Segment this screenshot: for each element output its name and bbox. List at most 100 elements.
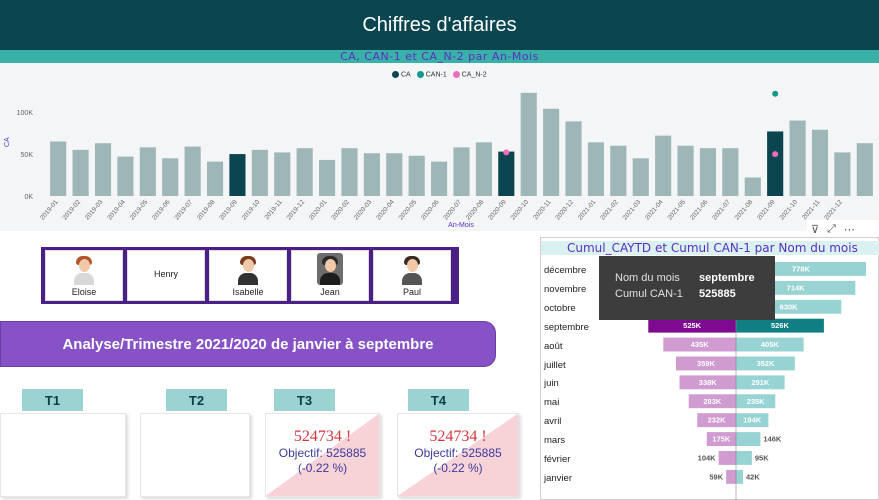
cumul-ytd-bar[interactable] [726,469,736,484]
x-tick-label: 2021-04 [644,198,665,221]
focus-mode-icon[interactable]: ⤢ [827,223,836,236]
x-tick-label: 2019-01 [39,198,60,221]
x-tick-label: 2019-10 [241,198,262,221]
month-label[interactable]: octobre [544,303,576,314]
person-name: Paul [402,287,421,297]
x-tick-label: 2020-06 [420,198,441,221]
x-tick-label: 2021-08 [734,198,755,221]
ca-bar[interactable] [498,151,515,196]
tab-t4[interactable]: T4 [408,389,469,411]
person-card-henry[interactable]: Henry [127,250,205,301]
person-card-paul[interactable]: Paul [373,250,451,301]
ca-bar[interactable] [677,145,694,196]
ca-bar[interactable] [789,120,806,196]
month-label[interactable]: février [544,454,570,465]
month-label[interactable]: novembre [544,284,586,295]
ca-bar[interactable] [699,148,717,196]
y-tick-label: 50K [21,152,34,159]
x-tick-label: 2019-11 [263,198,284,221]
ca-bar[interactable] [184,146,201,196]
can2-marker[interactable] [503,149,510,156]
ca-bar[interactable] [386,153,403,196]
cumul-can1-label: 194K [743,416,762,425]
ca-bar[interactable] [610,145,627,196]
x-tick-label: 2021-09 [756,198,777,221]
x-tick-label: 2020-08 [465,198,486,221]
isabelle-avatar-icon [235,253,261,285]
person-card-isabelle[interactable]: Isabelle [209,250,287,301]
cumul-ytd-label: 59K [709,472,723,481]
x-tick-label: 2021-11 [801,198,822,221]
cumul-can1-bar[interactable] [736,451,752,465]
quarter-card-t3: 524734 ! Objectif: 525885 (-0.22 %) [265,413,380,497]
ca-bar[interactable] [856,143,873,196]
month-label[interactable]: juillet [544,360,566,371]
cumul-ytd-label: 104K [698,453,717,462]
ca-bar[interactable] [363,153,380,196]
cumul-can1-label: 291K [751,378,770,387]
ca-bar[interactable] [587,142,604,196]
month-label[interactable]: mars [544,435,565,446]
ca-bar[interactable] [475,142,492,196]
ca-bar[interactable] [543,108,560,196]
cumul-can1-label: 42K [746,472,760,481]
ca-bar[interactable] [72,149,89,196]
person-card-jean[interactable]: Jean [291,250,369,301]
cumul-can1-bar[interactable] [736,432,761,446]
ca-bar[interactable] [94,143,112,196]
tab-t1[interactable]: T1 [22,389,83,411]
paul-avatar-icon [399,253,425,285]
can1-marker[interactable] [772,90,779,97]
month-label[interactable]: avril [544,416,561,427]
month-label[interactable]: juin [544,378,559,389]
month-label[interactable]: septembre [544,322,589,333]
ca-bar[interactable] [319,159,336,196]
filter-icon[interactable]: ⊽ [811,223,819,236]
ca-bar[interactable] [162,158,179,196]
tooltip-key: Nom du mois [615,272,680,284]
ca-bar[interactable] [341,148,358,196]
ca-bar[interactable] [251,149,268,196]
can2-marker[interactable] [772,151,779,158]
ca-bar[interactable] [722,148,739,196]
ca-bar[interactable] [520,92,537,196]
month-label[interactable]: janvier [544,473,572,484]
x-axis-label: An-Mois [448,222,474,229]
eloise-avatar-icon [71,253,97,285]
ca-bar[interactable] [274,152,291,196]
ca-bar[interactable] [206,161,224,196]
ca-bar[interactable] [229,154,246,196]
more-options-icon[interactable]: ⋯ [844,223,855,236]
ca-bar[interactable] [117,156,134,196]
ca-bar[interactable] [431,161,448,196]
person-card-eloise[interactable]: Eloise [45,250,123,301]
ca-bar[interactable] [565,121,582,196]
cumul-can1-label: 405K [761,340,780,349]
month-label[interactable]: août [544,341,563,352]
x-tick-label: 2019-08 [196,198,217,221]
cumul-ytd-bar[interactable] [718,451,736,465]
x-tick-label: 2019-02 [61,198,82,221]
ca-bar[interactable] [296,148,313,196]
ca-bar[interactable] [744,177,761,196]
tab-t3[interactable]: T3 [274,389,335,411]
ca-bar[interactable] [811,129,829,196]
analysis-banner: Analyse/Trimestre 2021/2020 de janvier à… [0,321,496,367]
x-tick-label: 2021-07 [711,198,732,221]
ca-bar[interactable] [767,131,784,196]
month-label[interactable]: décembre [544,265,586,276]
ca-bar[interactable] [655,135,672,196]
ca-bar[interactable] [408,155,425,196]
cumul-can1-bar[interactable] [736,469,744,484]
quarter-pct: (-0.22 %) [433,461,483,475]
month-label[interactable]: mai [544,397,559,408]
ca-bar[interactable] [632,158,649,196]
x-tick-label: 2020-07 [442,198,463,221]
ca-bar[interactable] [139,147,156,196]
ca-bar[interactable] [834,152,851,196]
tab-t2[interactable]: T2 [166,389,227,411]
x-tick-label: 2021-10 [778,198,799,221]
ca-bar[interactable] [453,147,470,196]
x-tick-label: 2019-06 [151,198,172,221]
ca-bar[interactable] [50,141,67,197]
